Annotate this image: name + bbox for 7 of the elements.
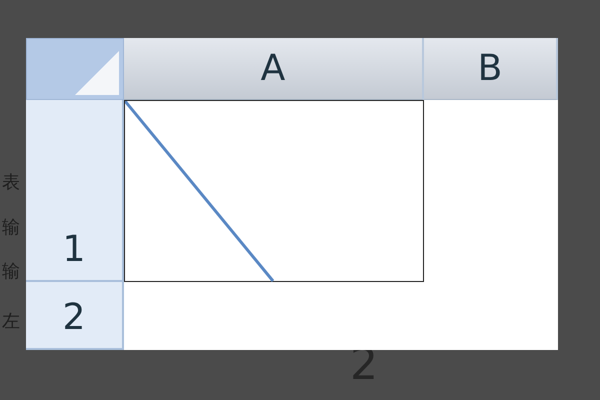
row-header[interactable]: 2: [26, 282, 124, 350]
select-all-corner[interactable]: [26, 38, 124, 100]
column-header[interactable]: A: [124, 38, 424, 100]
diagonal-cell[interactable]: [124, 100, 424, 282]
triangle-icon: [75, 51, 119, 95]
column-header[interactable]: B: [424, 38, 558, 100]
row-header[interactable]: 1: [26, 100, 124, 282]
